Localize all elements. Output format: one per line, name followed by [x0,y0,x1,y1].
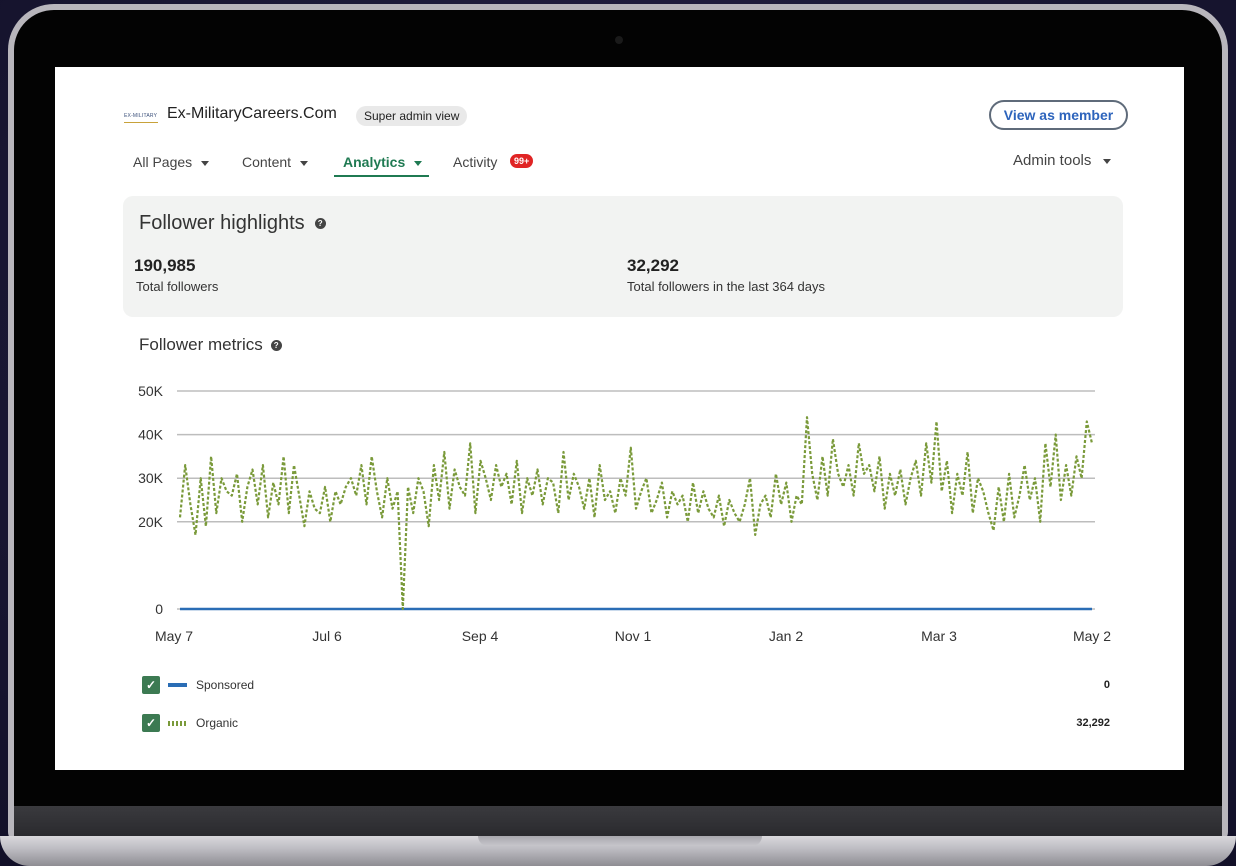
organic-series-line [178,416,1094,611]
x-tick-label: May 2 [1073,628,1111,644]
camera-icon [615,36,623,44]
admin-tools-menu[interactable]: Admin tools [1013,151,1112,171]
admin-view-badge: Super admin view [356,106,468,126]
laptop-bezel-bottom [14,806,1222,836]
series-lines [178,416,1094,611]
y-tick-label: 50K [138,383,164,399]
y-tick-label: 0 [155,601,163,617]
company-name[interactable]: Ex-MilitaryCareers.Com [167,105,337,123]
caret-down-icon [201,160,210,166]
x-tick-label: Mar 3 [921,628,957,644]
y-tick-label: 40K [138,427,164,443]
follower-metrics-title-text: Follower metrics [139,335,263,354]
total-followers-label: Total followers [136,279,219,294]
admin-tools-label: Admin tools [1013,152,1092,169]
x-tick-label: Jul 6 [312,628,342,644]
activity-notification-badge: 99+ [510,154,534,168]
caret-down-icon [300,160,309,166]
nav-analytics[interactable]: Analytics [343,152,423,172]
nav-active-underline [334,175,429,177]
recent-followers-label: Total followers in the last 364 days [627,279,825,294]
organic-swatch [168,721,188,726]
sponsored-swatch [168,683,187,687]
x-tick-label: Jan 2 [769,628,803,644]
follower-metrics-chart: 020K30K40K50K May 7 Jul 6 Sep 4 Nov 1 Jan 2M… [138,383,1111,644]
screen: EX-MILITARY Ex-MilitaryCareers.Com Super… [55,67,1184,770]
nav-all-pages[interactable]: All Pages [133,152,210,172]
caret-down-icon [414,160,423,166]
organic-checkbox[interactable]: ✓ [142,714,160,732]
nav-content[interactable]: Content [242,152,309,172]
sponsored-checkbox[interactable]: ✓ [142,676,160,694]
sponsored-value: 0 [1103,679,1110,691]
x-tick-label: Nov 1 [615,628,652,644]
organic-value: 32,292 [1076,717,1110,729]
follower-metrics-title: Follower metrics? [139,335,282,355]
caret-down-icon [1103,158,1112,164]
organic-label: Organic [196,716,239,730]
help-icon[interactable]: ? [270,340,282,352]
y-tick-labels: 0 20K 30K 40K 50K [138,383,164,617]
y-tick-label: 20K [138,514,164,530]
nav-activity[interactable]: Activity [453,152,497,172]
view-as-member-button[interactable]: View as member [989,100,1128,130]
recent-followers-value: 32,292 [627,256,679,275]
nav-analytics-label: Analytics [343,154,406,170]
sponsored-label: Sponsored [196,678,255,692]
nav-content-label: Content [242,154,292,170]
company-logo: EX-MILITARY [124,110,158,123]
x-tick-label: May 7 [155,628,193,644]
follower-highlights-title-text: Follower highlights [139,212,305,234]
follower-highlights-title: Follower highlights? [139,212,326,235]
x-tick-label: Sep 4 [462,628,499,644]
y-tick-label: 30K [138,470,164,486]
laptop-base-notch [478,836,762,846]
total-followers-value: 190,985 [134,256,196,275]
x-tick-labels: May 7 Jul 6 Sep 4 Nov 1 Jan 2 Mar 3 May 2 [155,628,1111,644]
nav-activity-label: Activity [453,154,498,170]
nav-all-pages-label: All Pages [133,154,193,170]
help-icon[interactable]: ? [314,218,326,230]
